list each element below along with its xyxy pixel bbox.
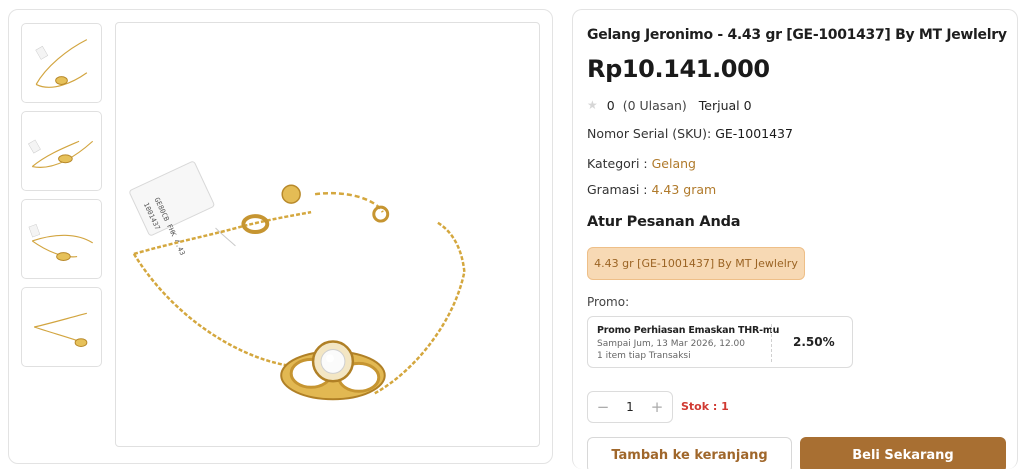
buy-now-button[interactable]: Beli Sekarang [800, 437, 1006, 469]
product-gallery: 1001437 GE80CB FHK 4.43 [8, 9, 553, 464]
minus-icon[interactable]: − [596, 399, 610, 415]
promo-rule: 1 item tiap Transaksi [597, 351, 691, 361]
product-info-panel: Gelang Jeronimo - 4.43 gr [GE-1001437] B… [572, 9, 1018, 469]
category-link[interactable]: Gelang [652, 156, 696, 171]
sku-row: Nomor Serial (SKU): GE-1001437 [587, 126, 793, 141]
add-to-cart-button[interactable]: Tambah ke keranjang [587, 437, 792, 469]
bracelet-thumbnail-image [28, 139, 94, 168]
thumbnail-4[interactable] [21, 287, 102, 367]
bracelet-main-image: 1001437 GE80CB FHK 4.43 [129, 161, 466, 401]
weight-row: Gramasi : 4.43 gram [587, 182, 716, 197]
product-price: Rp10.141.000 [587, 55, 770, 83]
promo-label: Promo: [587, 295, 630, 309]
thumbnail-2[interactable] [21, 111, 102, 191]
review-count[interactable]: (0 Ulasan) [623, 98, 687, 113]
promo-card[interactable]: Promo Perhiasan Emaskan THR-mu Sampai Ju… [587, 316, 853, 368]
rating-row: ★ 0 (0 Ulasan) Terjual 0 [587, 96, 752, 114]
weight-label: Gramasi : [587, 182, 648, 197]
thumbnail-3[interactable] [21, 199, 102, 279]
stock-label: Stok : 1 [681, 400, 729, 413]
weight-value: 4.43 gram [651, 182, 717, 197]
order-section-title: Atur Pesanan Anda [587, 214, 741, 230]
star-icon: ★ [587, 98, 598, 112]
promo-date: Sampai Jum, 13 Mar 2026, 12.00 [597, 339, 745, 349]
category-label: Kategori : [587, 156, 648, 171]
rating-value: 0 [606, 97, 615, 113]
product-page: 1001437 GE80CB FHK 4.43 Gelang Jeronimo … [0, 0, 1024, 469]
plus-icon[interactable]: + [650, 399, 664, 415]
promo-divider [771, 324, 772, 362]
quantity-stepper: − 1 + [587, 391, 673, 423]
promo-percent: 2.50% [793, 335, 835, 349]
variant-option[interactable]: 4.43 gr [GE-1001437] By MT Jewlelry [587, 247, 805, 280]
sku-label: Nomor Serial (SKU): [587, 126, 712, 141]
quantity-value[interactable]: 1 [626, 400, 634, 414]
bracelet-thumbnail-image [34, 312, 88, 347]
price-tag: 1001437 GE80CB FHK 4.43 [129, 161, 215, 257]
sold-count: Terjual 0 [698, 97, 752, 113]
category-row: Kategori : Gelang [587, 156, 696, 171]
main-product-image[interactable]: 1001437 GE80CB FHK 4.43 [115, 22, 540, 447]
sku-value: GE-1001437 [715, 126, 793, 141]
bracelet-thumbnail-image [28, 223, 94, 261]
thumbnail-1[interactable] [21, 23, 102, 103]
product-title: Gelang Jeronimo - 4.43 gr [GE-1001437] B… [587, 27, 1007, 43]
promo-name: Promo Perhiasan Emaskan THR-mu [597, 325, 780, 336]
bracelet-thumbnail-image [35, 39, 88, 88]
